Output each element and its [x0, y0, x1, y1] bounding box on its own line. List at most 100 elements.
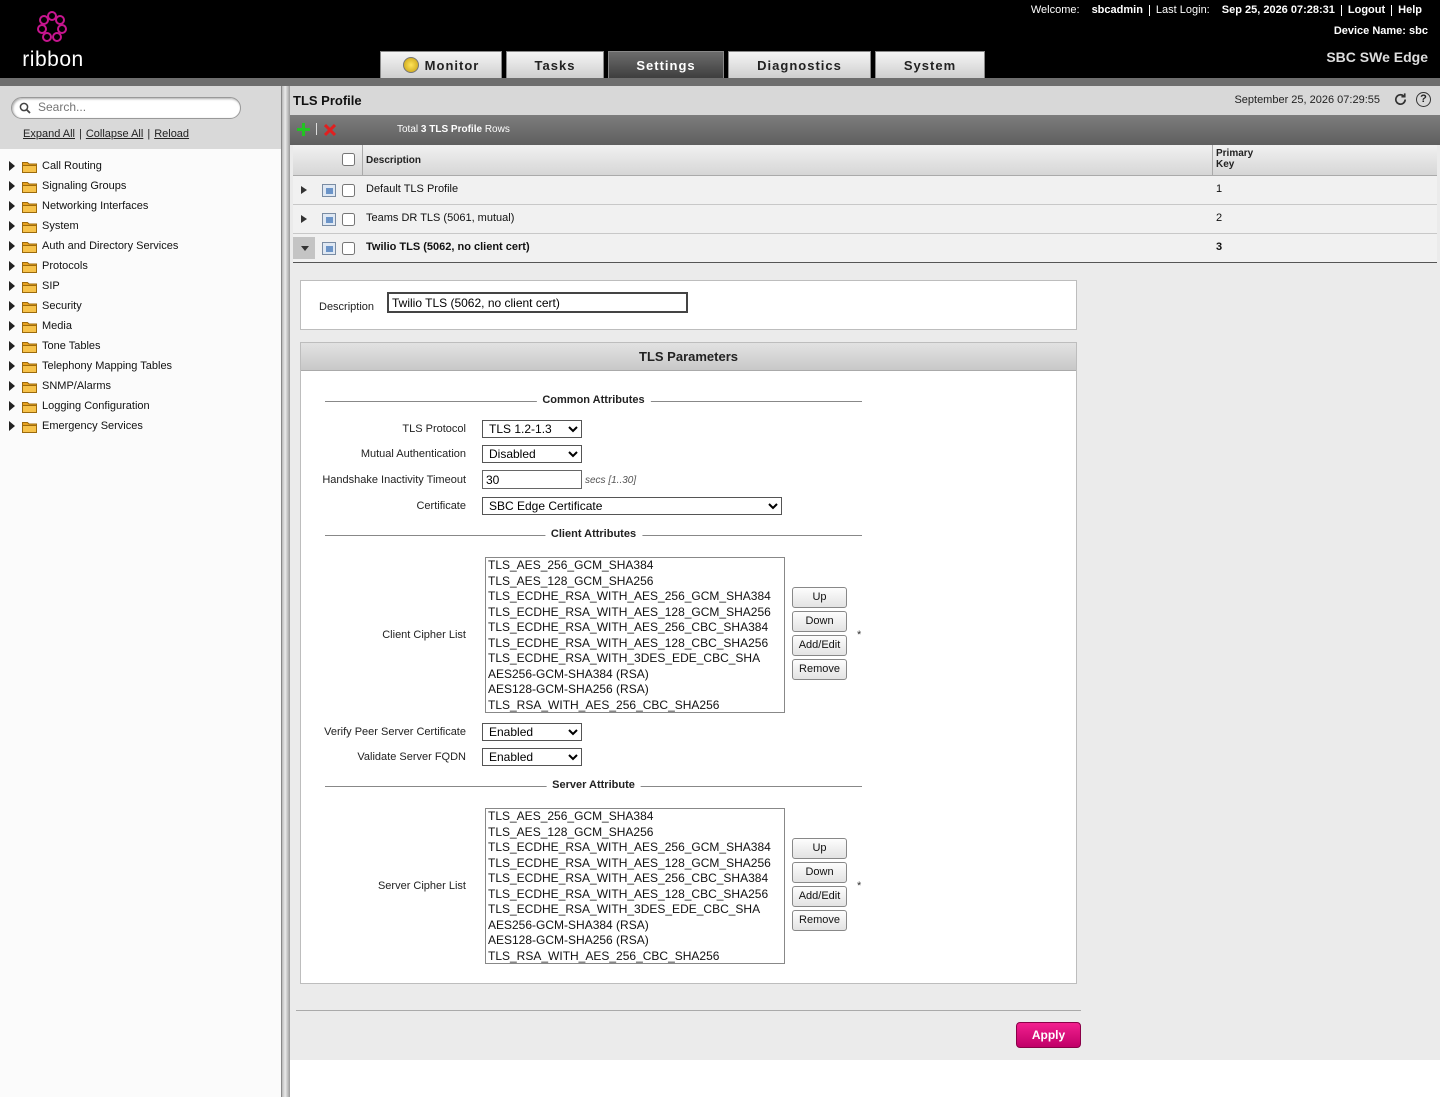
- cipher-option[interactable]: AES256-GCM-SHA384 (RSA): [488, 918, 782, 934]
- tab-tasks[interactable]: Tasks: [506, 51, 604, 78]
- expand-arrow-icon[interactable]: [9, 181, 15, 191]
- server-cipher-down-button[interactable]: Down: [792, 862, 847, 883]
- table-row[interactable]: Teams DR TLS (5061, mutual) 2: [293, 205, 1437, 234]
- sidebar-item-system[interactable]: System: [0, 216, 281, 236]
- cipher-option[interactable]: TLS_AES_128_GCM_SHA256: [488, 825, 782, 841]
- validate-fqdn-select[interactable]: Enabled: [482, 748, 582, 766]
- expand-arrow-icon[interactable]: [9, 321, 15, 331]
- sidebar-item-media[interactable]: Media: [0, 316, 281, 336]
- tab-diagnostics[interactable]: Diagnostics: [728, 51, 871, 78]
- cipher-option[interactable]: TLS_ECDHE_RSA_WITH_AES_128_CBC_SHA256: [488, 636, 782, 652]
- add-icon[interactable]: [297, 123, 310, 136]
- reload-link[interactable]: Reload: [154, 128, 189, 140]
- cipher-option[interactable]: TLS_ECDHE_RSA_WITH_AES_256_CBC_SHA384: [488, 871, 782, 887]
- expand-arrow-icon[interactable]: [9, 421, 15, 431]
- expand-arrow-icon[interactable]: [9, 341, 15, 351]
- cipher-option[interactable]: TLS_AES_128_GCM_SHA256: [488, 574, 782, 590]
- apply-button[interactable]: Apply: [1016, 1022, 1081, 1048]
- expand-all-link[interactable]: Expand All: [23, 128, 75, 140]
- handshake-timeout-input[interactable]: [482, 470, 582, 489]
- sidebar-item-label: Security: [42, 300, 82, 312]
- server-cipher-listbox[interactable]: TLS_AES_256_GCM_SHA384 TLS_AES_128_GCM_SH…: [485, 808, 785, 964]
- expand-arrow-icon[interactable]: [9, 281, 15, 291]
- client-cipher-remove-button[interactable]: Remove: [792, 659, 847, 680]
- expand-arrow-icon[interactable]: [9, 241, 15, 251]
- client-cipher-up-button[interactable]: Up: [792, 587, 847, 608]
- client-cipher-listbox[interactable]: TLS_AES_256_GCM_SHA384 TLS_AES_128_GCM_SH…: [485, 557, 785, 713]
- verify-peer-select[interactable]: Enabled: [482, 723, 582, 741]
- expand-arrow-icon[interactable]: [9, 401, 15, 411]
- cipher-option[interactable]: TLS_ECDHE_RSA_WITH_AES_128_GCM_SHA256: [488, 856, 782, 872]
- sidebar-item-networking-interfaces[interactable]: Networking Interfaces: [0, 196, 281, 216]
- description-input[interactable]: [387, 292, 688, 313]
- row-checkbox[interactable]: [342, 213, 355, 226]
- help-link[interactable]: Help: [1392, 4, 1428, 16]
- client-cipher-add-edit-button[interactable]: Add/Edit: [792, 635, 847, 656]
- edit-row-icon[interactable]: [322, 242, 336, 255]
- collapse-row-icon[interactable]: [301, 246, 309, 251]
- sidebar-item-tone-tables[interactable]: Tone Tables: [0, 336, 281, 356]
- ribbon-logo[interactable]: ribbon: [18, 10, 88, 71]
- server-cipher-add-edit-button[interactable]: Add/Edit: [792, 886, 847, 907]
- select-all-checkbox[interactable]: [342, 153, 355, 166]
- cipher-option[interactable]: TLS_RSA_WITH_AES_256_CBC_SHA256: [488, 949, 782, 964]
- tls-protocol-select[interactable]: TLS 1.2-1.3: [482, 420, 582, 438]
- cipher-option[interactable]: TLS_ECDHE_RSA_WITH_3DES_EDE_CBC_SHA: [488, 902, 782, 918]
- certificate-select[interactable]: SBC Edge Certificate: [482, 497, 782, 515]
- sidebar-item-emergency-services[interactable]: Emergency Services: [0, 416, 281, 436]
- expand-arrow-icon[interactable]: [9, 201, 15, 211]
- cipher-option[interactable]: TLS_ECDHE_RSA_WITH_AES_128_GCM_SHA256: [488, 605, 782, 621]
- search-box[interactable]: [11, 97, 241, 119]
- sidebar-item-call-routing[interactable]: Call Routing: [0, 156, 281, 176]
- sidebar-item-protocols[interactable]: Protocols: [0, 256, 281, 276]
- logout-link[interactable]: Logout: [1342, 4, 1391, 16]
- tab-monitor[interactable]: Monitor: [380, 51, 502, 78]
- cipher-option[interactable]: TLS_AES_256_GCM_SHA384: [488, 558, 782, 574]
- search-input[interactable]: [36, 99, 236, 115]
- mutual-auth-select[interactable]: Disabled: [482, 445, 582, 463]
- cipher-option[interactable]: TLS_RSA_WITH_AES_256_CBC_SHA256: [488, 698, 782, 713]
- expand-arrow-icon[interactable]: [9, 161, 15, 171]
- cipher-option[interactable]: TLS_ECDHE_RSA_WITH_AES_256_CBC_SHA384: [488, 620, 782, 636]
- expand-arrow-icon[interactable]: [9, 361, 15, 371]
- cipher-option[interactable]: AES128-GCM-SHA256 (RSA): [488, 933, 782, 949]
- collapse-all-link[interactable]: Collapse All: [86, 128, 143, 140]
- cipher-option[interactable]: TLS_ECDHE_RSA_WITH_AES_256_GCM_SHA384: [488, 840, 782, 856]
- expand-row-icon[interactable]: [301, 215, 307, 223]
- delete-icon[interactable]: [324, 124, 336, 136]
- column-header-primary-key[interactable]: Primary Key: [1212, 145, 1437, 176]
- expand-arrow-icon[interactable]: [9, 221, 15, 231]
- row-checkbox[interactable]: [342, 242, 355, 255]
- cipher-option[interactable]: TLS_ECDHE_RSA_WITH_AES_256_GCM_SHA384: [488, 589, 782, 605]
- sidebar-item-sip[interactable]: SIP: [0, 276, 281, 296]
- column-header-description[interactable]: Description: [362, 145, 1212, 176]
- sidebar-item-auth-and-directory-services[interactable]: Auth and Directory Services: [0, 236, 281, 256]
- tab-settings[interactable]: Settings: [608, 51, 724, 78]
- splitter-handle[interactable]: [281, 86, 290, 1097]
- sidebar-item-snmp-alarms[interactable]: SNMP/Alarms: [0, 376, 281, 396]
- expand-row-icon[interactable]: [301, 186, 307, 194]
- cipher-option[interactable]: TLS_ECDHE_RSA_WITH_3DES_EDE_CBC_SHA: [488, 651, 782, 667]
- server-cipher-remove-button[interactable]: Remove: [792, 910, 847, 931]
- client-cipher-down-button[interactable]: Down: [792, 611, 847, 632]
- tab-system[interactable]: System: [875, 51, 985, 78]
- edit-row-icon[interactable]: [322, 213, 336, 226]
- cipher-option[interactable]: TLS_ECDHE_RSA_WITH_AES_128_CBC_SHA256: [488, 887, 782, 903]
- cipher-option[interactable]: AES256-GCM-SHA384 (RSA): [488, 667, 782, 683]
- sidebar-item-logging-configuration[interactable]: Logging Configuration: [0, 396, 281, 416]
- edit-row-icon[interactable]: [322, 184, 336, 197]
- expand-arrow-icon[interactable]: [9, 261, 15, 271]
- expand-arrow-icon[interactable]: [9, 381, 15, 391]
- table-row-expanded[interactable]: Twilio TLS (5062, no client cert) 3: [293, 234, 1437, 263]
- cipher-option[interactable]: AES128-GCM-SHA256 (RSA): [488, 682, 782, 698]
- refresh-icon[interactable]: [1393, 92, 1408, 107]
- sidebar-item-security[interactable]: Security: [0, 296, 281, 316]
- table-row[interactable]: Default TLS Profile 1: [293, 176, 1437, 205]
- sidebar-item-telephony-mapping-tables[interactable]: Telephony Mapping Tables: [0, 356, 281, 376]
- server-cipher-up-button[interactable]: Up: [792, 838, 847, 859]
- sidebar-item-signaling-groups[interactable]: Signaling Groups: [0, 176, 281, 196]
- row-checkbox[interactable]: [342, 184, 355, 197]
- cipher-option[interactable]: TLS_AES_256_GCM_SHA384: [488, 809, 782, 825]
- help-icon[interactable]: ?: [1416, 92, 1431, 107]
- expand-arrow-icon[interactable]: [9, 301, 15, 311]
